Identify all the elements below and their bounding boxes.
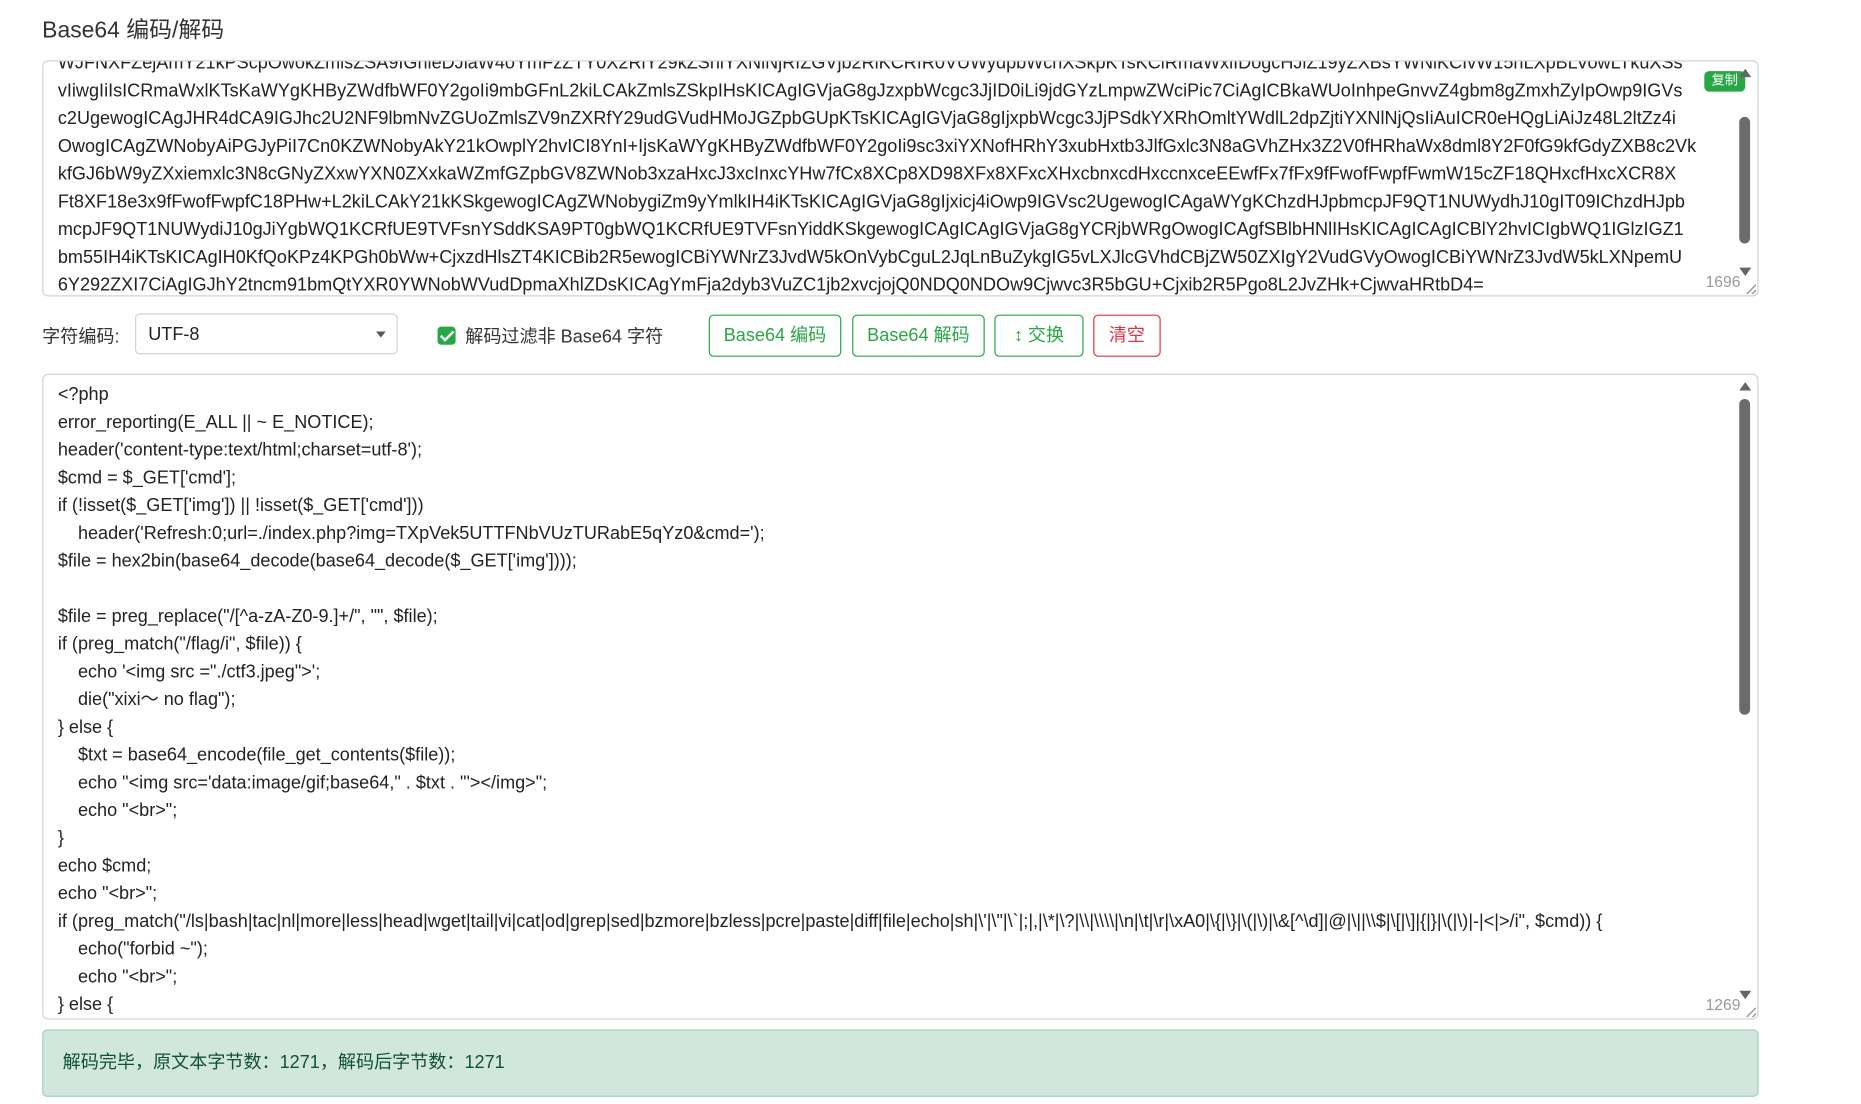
output-char-count: 1269 [1705, 995, 1741, 1014]
filter-checkbox-wrap[interactable]: 解码过滤非 Base64 字符 [437, 323, 664, 348]
resize-handle-icon[interactable] [1746, 284, 1757, 295]
charset-select[interactable]: UTF-8 [134, 313, 398, 355]
code-line: error_reporting(E_ALL || ~ E_NOTICE); [57, 412, 374, 433]
scrollbar-thumb[interactable] [1739, 116, 1751, 244]
code-line: $cmd = $_GET['cmd']; [57, 467, 237, 489]
input-line: c2UgewogICAgJHR4dCA9IGJhc2U2NF9lbmNvZGUo… [57, 108, 1676, 129]
code-line: } else { [57, 717, 114, 738]
input-scrollbar[interactable] [1737, 68, 1753, 277]
toolbar: 字符编码: UTF-8 解码过滤非 Base64 字符 Base64 编码 Ba… [42, 313, 1758, 357]
scroll-down-icon[interactable] [1739, 990, 1752, 1000]
code-line: $file = hex2bin(base64_decode(base64_dec… [57, 550, 577, 572]
input-line: OwogICAgZWNobyAiPGJyPiI7Cn0KZWNobyAkY21k… [57, 136, 1697, 157]
app-root: Base64 编码/解码 WJFNXFZejAmY21kPScpOwokZmls… [0, 0, 1861, 1103]
code-line: header('content-type:text/html;charset=u… [57, 439, 423, 461]
code-line: if (preg_match("/ls|bash|tac|nl|more|les… [57, 911, 1603, 932]
scroll-up-icon[interactable] [1739, 382, 1752, 391]
scroll-up-icon[interactable] [1739, 68, 1752, 78]
decode-button[interactable]: Base64 解码 [852, 314, 985, 357]
input-textarea[interactable]: WJFNXFZejAmY21kPScpOwokZmlsZSA9IGhleDJia… [42, 60, 1759, 297]
input-text[interactable]: WJFNXFZejAmY21kPScpOwokZmlsZSA9IGhleDJia… [57, 60, 1724, 296]
output-text[interactable]: <?php error_reporting(E_ALL || ~ E_NOTICE… [58, 381, 1724, 1019]
code-line: $file = preg_replace("/[^a-zA-Z0-9.]+/",… [57, 606, 438, 627]
input-line: vIiwgIiIsICRmaWxlKTsKaWYgKHByZWdfbWF0Y2g… [57, 80, 1683, 102]
code-line: } else { [57, 994, 114, 1015]
code-line: } [57, 828, 64, 849]
input-char-count: 1696 [1705, 272, 1741, 291]
charset-value: UTF-8 [148, 324, 200, 345]
code-line: if (!isset($_GET['img']) || !isset($_GET… [57, 495, 424, 516]
input-line: bm55IH4iKTsKICAgIH0KfQoKPz4KPGh0bWw+Cjxz… [57, 247, 1683, 268]
scrollbar-thumb[interactable] [1739, 398, 1751, 715]
code-line: <?php [57, 384, 109, 405]
input-line: 6Y292ZXI7CiAgIGJhY2tncm91bmQtYXR0YWNobWV… [57, 274, 1484, 296]
chevron-down-icon [376, 331, 386, 338]
code-line: die("xixi～ no flag"); [57, 689, 236, 710]
filter-label: 解码过滤非 Base64 字符 [465, 326, 664, 348]
code-line: echo "<br>"; [57, 883, 158, 904]
output-scrollbar[interactable] [1737, 382, 1753, 1000]
code-line: $txt = base64_encode(file_get_contents($… [57, 744, 456, 766]
clear-button[interactable]: 清空 [1093, 314, 1161, 357]
code-line: echo "<img src='data:image/gif;base64," … [57, 772, 548, 794]
input-line: kfGJ6bW9yZXxiemxlc3N8cGNyZXxwYXN0ZXxkaWZ… [57, 163, 1677, 185]
swap-button[interactable]: ↕ 交换 [994, 314, 1084, 357]
code-line: echo "<br>"; [57, 966, 178, 988]
input-line: mcpJF9QT1NUWydiJ10gJiYgbWQ1KCRfUE9TVFsnY… [57, 219, 1684, 240]
output-textarea[interactable]: <?php error_reporting(E_ALL || ~ E_NOTICE… [42, 373, 1759, 1020]
code-line: echo $cmd; [57, 855, 152, 877]
code-line: echo "<br>"; [57, 800, 178, 821]
encode-button[interactable]: Base64 编码 [708, 314, 842, 357]
input-line: WJFNXFZejAmY21kPScpOwokZmlsZSA9IGhleDJia… [57, 60, 1683, 74]
filter-checkbox[interactable] [437, 326, 456, 345]
status-alert: 解码完毕，原文本字节数：1271，解码后字节数：1271 [42, 1029, 1759, 1097]
code-line: header('Refresh:0;url=./index.php?img=TX… [57, 523, 765, 544]
input-line: Ft8XF18e3x9fFwofFwpfC18PHw+L2kiLCAkY21kK… [57, 191, 1685, 213]
page-title: Base64 编码/解码 [42, 18, 225, 44]
resize-handle-icon[interactable] [1746, 1007, 1757, 1018]
code-line: echo("forbid ~"); [57, 938, 208, 960]
code-line: if (preg_match("/flag/i", $file)) { [57, 633, 302, 655]
code-line: echo '<img src ="./ctf3.jpeg">'; [57, 661, 321, 683]
charset-label: 字符编码: [42, 326, 120, 348]
scroll-down-icon[interactable] [1739, 267, 1752, 277]
